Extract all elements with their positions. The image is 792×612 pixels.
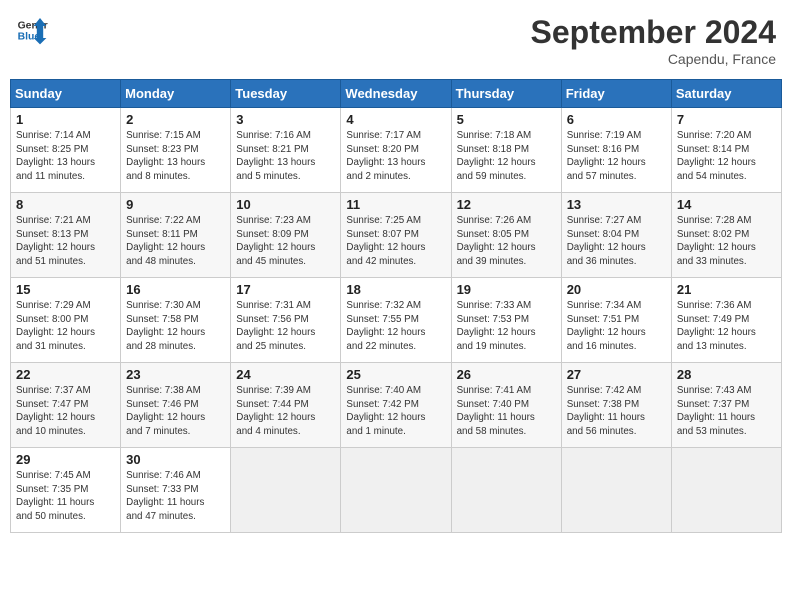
- table-row: [671, 448, 781, 533]
- table-row: [341, 448, 451, 533]
- month-title: September 2024: [531, 14, 776, 51]
- table-row: 13Sunrise: 7:27 AM Sunset: 8:04 PM Dayli…: [561, 193, 671, 278]
- logo: General Blue: [16, 14, 48, 46]
- table-row: [561, 448, 671, 533]
- table-row: 27Sunrise: 7:42 AM Sunset: 7:38 PM Dayli…: [561, 363, 671, 448]
- calendar-table: Sunday Monday Tuesday Wednesday Thursday…: [10, 79, 782, 533]
- table-row: 18Sunrise: 7:32 AM Sunset: 7:55 PM Dayli…: [341, 278, 451, 363]
- title-block: September 2024 Capendu, France: [531, 14, 776, 67]
- calendar-week-5: 29Sunrise: 7:45 AM Sunset: 7:35 PM Dayli…: [11, 448, 782, 533]
- table-row: 15Sunrise: 7:29 AM Sunset: 8:00 PM Dayli…: [11, 278, 121, 363]
- table-row: 28Sunrise: 7:43 AM Sunset: 7:37 PM Dayli…: [671, 363, 781, 448]
- table-row: 19Sunrise: 7:33 AM Sunset: 7:53 PM Dayli…: [451, 278, 561, 363]
- table-row: 29Sunrise: 7:45 AM Sunset: 7:35 PM Dayli…: [11, 448, 121, 533]
- table-row: 9Sunrise: 7:22 AM Sunset: 8:11 PM Daylig…: [121, 193, 231, 278]
- table-row: 11Sunrise: 7:25 AM Sunset: 8:07 PM Dayli…: [341, 193, 451, 278]
- table-row: 7Sunrise: 7:20 AM Sunset: 8:14 PM Daylig…: [671, 108, 781, 193]
- table-row: 26Sunrise: 7:41 AM Sunset: 7:40 PM Dayli…: [451, 363, 561, 448]
- page-header: General Blue September 2024 Capendu, Fra…: [10, 10, 782, 71]
- table-row: 10Sunrise: 7:23 AM Sunset: 8:09 PM Dayli…: [231, 193, 341, 278]
- calendar-week-2: 8Sunrise: 7:21 AM Sunset: 8:13 PM Daylig…: [11, 193, 782, 278]
- table-row: 6Sunrise: 7:19 AM Sunset: 8:16 PM Daylig…: [561, 108, 671, 193]
- table-row: 22Sunrise: 7:37 AM Sunset: 7:47 PM Dayli…: [11, 363, 121, 448]
- location: Capendu, France: [531, 51, 776, 67]
- table-row: 14Sunrise: 7:28 AM Sunset: 8:02 PM Dayli…: [671, 193, 781, 278]
- table-row: [451, 448, 561, 533]
- calendar-week-1: 1Sunrise: 7:14 AM Sunset: 8:25 PM Daylig…: [11, 108, 782, 193]
- calendar-week-3: 15Sunrise: 7:29 AM Sunset: 8:00 PM Dayli…: [11, 278, 782, 363]
- table-row: [231, 448, 341, 533]
- table-row: 5Sunrise: 7:18 AM Sunset: 8:18 PM Daylig…: [451, 108, 561, 193]
- table-row: 16Sunrise: 7:30 AM Sunset: 7:58 PM Dayli…: [121, 278, 231, 363]
- calendar-week-4: 22Sunrise: 7:37 AM Sunset: 7:47 PM Dayli…: [11, 363, 782, 448]
- table-row: 23Sunrise: 7:38 AM Sunset: 7:46 PM Dayli…: [121, 363, 231, 448]
- table-row: 25Sunrise: 7:40 AM Sunset: 7:42 PM Dayli…: [341, 363, 451, 448]
- calendar-header-row: Sunday Monday Tuesday Wednesday Thursday…: [11, 80, 782, 108]
- table-row: 30Sunrise: 7:46 AM Sunset: 7:33 PM Dayli…: [121, 448, 231, 533]
- table-row: 21Sunrise: 7:36 AM Sunset: 7:49 PM Dayli…: [671, 278, 781, 363]
- col-sunday: Sunday: [11, 80, 121, 108]
- table-row: 3Sunrise: 7:16 AM Sunset: 8:21 PM Daylig…: [231, 108, 341, 193]
- col-wednesday: Wednesday: [341, 80, 451, 108]
- table-row: 24Sunrise: 7:39 AM Sunset: 7:44 PM Dayli…: [231, 363, 341, 448]
- table-row: 4Sunrise: 7:17 AM Sunset: 8:20 PM Daylig…: [341, 108, 451, 193]
- table-row: 20Sunrise: 7:34 AM Sunset: 7:51 PM Dayli…: [561, 278, 671, 363]
- table-row: 17Sunrise: 7:31 AM Sunset: 7:56 PM Dayli…: [231, 278, 341, 363]
- col-monday: Monday: [121, 80, 231, 108]
- table-row: 8Sunrise: 7:21 AM Sunset: 8:13 PM Daylig…: [11, 193, 121, 278]
- table-row: 1Sunrise: 7:14 AM Sunset: 8:25 PM Daylig…: [11, 108, 121, 193]
- col-tuesday: Tuesday: [231, 80, 341, 108]
- logo-icon: General Blue: [16, 14, 48, 46]
- col-saturday: Saturday: [671, 80, 781, 108]
- table-row: 12Sunrise: 7:26 AM Sunset: 8:05 PM Dayli…: [451, 193, 561, 278]
- table-row: 2Sunrise: 7:15 AM Sunset: 8:23 PM Daylig…: [121, 108, 231, 193]
- col-thursday: Thursday: [451, 80, 561, 108]
- col-friday: Friday: [561, 80, 671, 108]
